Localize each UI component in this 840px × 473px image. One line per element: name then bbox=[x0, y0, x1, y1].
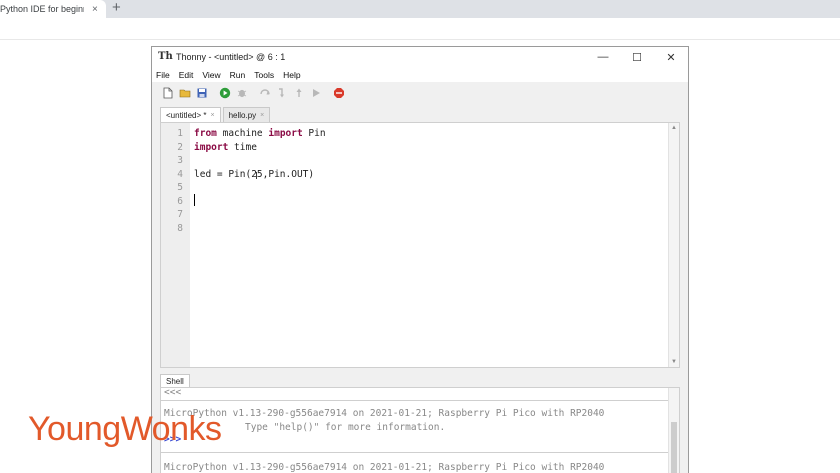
shell-scrollbar[interactable] bbox=[668, 388, 679, 473]
browser-toolbar bbox=[0, 18, 840, 40]
scrollbar-thumb[interactable] bbox=[671, 422, 677, 473]
shell-output-line: MicroPython v1.13-290-g556ae7914 on 2021… bbox=[164, 408, 605, 419]
tab-hello-py[interactable]: hello.py × bbox=[222, 107, 271, 122]
close-icon[interactable]: × bbox=[210, 112, 214, 119]
new-tab-button[interactable]: + bbox=[112, 0, 121, 16]
thonny-window: Th Thonny - <untitled> @ 6 : 1 — ☐ ✕ Fil… bbox=[151, 46, 689, 473]
debug-icon[interactable] bbox=[235, 87, 248, 100]
menu-bar: File Edit View Run Tools Help bbox=[152, 67, 688, 82]
line-number: 8 bbox=[177, 222, 183, 234]
line-number: 3 bbox=[177, 155, 183, 166]
tab-label: hello.py bbox=[228, 110, 257, 120]
line-number: 7 bbox=[177, 209, 183, 220]
shell-partial-line: <<< bbox=[164, 387, 182, 398]
keyword: import bbox=[268, 128, 303, 139]
tab-label: <untitled> * bbox=[166, 110, 207, 120]
code-editor[interactable]: 1 2 3 4 5 6 7 8 from machine import Pin … bbox=[160, 122, 680, 368]
editor-scrollbar[interactable]: ▲ ▼ bbox=[668, 123, 679, 367]
menu-edit[interactable]: Edit bbox=[179, 70, 194, 80]
browser-tab-title: Python IDE for beginners bbox=[0, 4, 84, 14]
chevron-down-icon[interactable]: ▼ bbox=[671, 359, 677, 365]
shell-output-line: MicroPython v1.13-290-g556ae7914 on 2021… bbox=[164, 462, 605, 473]
chevron-up-icon[interactable]: ▲ bbox=[671, 125, 677, 131]
shell-panel[interactable]: <<< MicroPython v1.13-290-g556ae7914 on … bbox=[160, 387, 680, 473]
menu-run[interactable]: Run bbox=[230, 70, 246, 80]
step-over-icon[interactable] bbox=[258, 87, 271, 100]
close-icon[interactable]: × bbox=[92, 4, 98, 15]
line-number: 1 bbox=[177, 128, 183, 139]
new-file-icon[interactable] bbox=[161, 87, 174, 100]
minimize-button[interactable]: — bbox=[586, 47, 620, 67]
tab-untitled[interactable]: <untitled> * × bbox=[160, 107, 221, 122]
open-folder-icon[interactable] bbox=[178, 87, 191, 100]
code-text: Pin bbox=[302, 128, 326, 139]
step-into-icon[interactable] bbox=[275, 87, 288, 100]
stop-icon[interactable] bbox=[332, 87, 345, 100]
browser-tab-strip: Python IDE for beginners × + bbox=[0, 0, 840, 18]
menu-view[interactable]: View bbox=[202, 70, 220, 80]
line-number-gutter: 1 2 3 4 5 6 7 8 bbox=[161, 123, 190, 367]
keyword: from bbox=[194, 128, 217, 139]
title-bar: Th Thonny - <untitled> @ 6 : 1 — ☐ ✕ bbox=[152, 47, 688, 67]
code-line-1: from machine import Pin bbox=[194, 128, 326, 139]
thonny-app-icon: Th bbox=[158, 51, 173, 62]
youngwonks-watermark: YoungWonks bbox=[28, 410, 222, 448]
run-icon[interactable] bbox=[218, 87, 231, 100]
browser-tab[interactable]: Python IDE for beginners × bbox=[0, 0, 106, 18]
line-number: 2 bbox=[177, 141, 183, 153]
close-button[interactable]: ✕ bbox=[654, 47, 688, 67]
save-icon[interactable] bbox=[195, 87, 208, 100]
shell-divider bbox=[161, 452, 669, 453]
text-caret bbox=[194, 194, 195, 206]
menu-file[interactable]: File bbox=[156, 70, 170, 80]
line-number: 6 bbox=[177, 195, 183, 207]
window-title: Thonny - <untitled> @ 6 : 1 bbox=[176, 52, 286, 62]
toolbar bbox=[152, 82, 688, 104]
tab-shell[interactable]: Shell bbox=[160, 374, 190, 387]
menu-help[interactable]: Help bbox=[283, 70, 300, 80]
mouse-cursor-icon: I bbox=[255, 171, 258, 182]
close-icon[interactable]: × bbox=[260, 112, 264, 119]
menu-tools[interactable]: Tools bbox=[254, 70, 274, 80]
line-number: 4 bbox=[177, 168, 183, 180]
line-number: 5 bbox=[177, 182, 183, 193]
code-line-2: import time bbox=[194, 142, 257, 153]
shell-divider bbox=[161, 400, 669, 401]
code-text: time bbox=[228, 141, 257, 153]
keyword: import bbox=[194, 141, 229, 153]
maximize-button[interactable]: ☐ bbox=[620, 47, 654, 67]
step-out-icon[interactable] bbox=[292, 87, 305, 100]
resume-icon[interactable] bbox=[309, 87, 322, 100]
editor-tabs: <untitled> * × hello.py × bbox=[160, 107, 272, 122]
code-text: machine bbox=[216, 128, 269, 139]
shell-output-line: Type "help()" for more information. bbox=[245, 422, 446, 433]
